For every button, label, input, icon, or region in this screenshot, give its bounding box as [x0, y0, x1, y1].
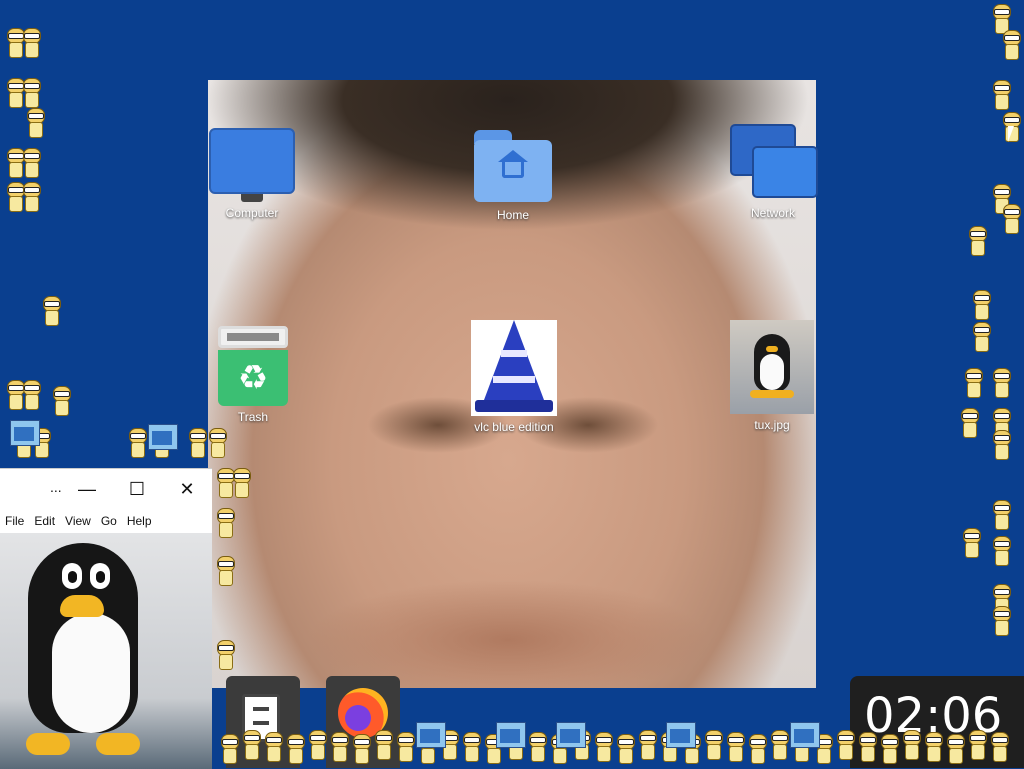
- neko-sprite-icon: [20, 28, 42, 58]
- neko-sprite-icon: [834, 730, 856, 760]
- neko-sprite-icon: [20, 380, 42, 410]
- close-button[interactable]: ✕: [162, 469, 212, 509]
- neko-sprite-icon: [460, 732, 482, 762]
- desktop-icon-home[interactable]: Home: [470, 126, 556, 222]
- desktop-icon-network[interactable]: Network: [728, 124, 818, 220]
- neko-sprite-icon: [724, 732, 746, 762]
- desktop-icon-label: Computer: [225, 206, 279, 220]
- neko-sprite-icon: [306, 730, 328, 760]
- neko-sprite-icon: [856, 732, 878, 762]
- home-folder-icon: [474, 126, 552, 204]
- neko-sprite-icon: [126, 428, 148, 458]
- neko-sprite-icon: [206, 428, 228, 458]
- neko-sprite-icon: [962, 368, 984, 398]
- neko-sprite-icon: [958, 408, 980, 438]
- menu-bar: File Edit View Go Help: [0, 509, 212, 534]
- tux-photo-preview: [0, 533, 212, 769]
- mini-window-sprite-icon: [148, 424, 178, 450]
- desktop-icon-label: Trash: [237, 410, 269, 424]
- tux-thumbnail-icon: [730, 320, 814, 414]
- neko-sprite-icon: [214, 640, 236, 670]
- menu-file[interactable]: File: [0, 514, 29, 528]
- neko-sprite-icon: [240, 730, 262, 760]
- neko-sprite-icon: [636, 730, 658, 760]
- desktop-icon-computer[interactable]: Computer: [208, 128, 296, 220]
- mouse-cursor-icon: [1008, 126, 1014, 142]
- neko-sprite-icon: [1000, 204, 1022, 234]
- neko-sprite-icon: [900, 730, 922, 760]
- desktop-icon-label: vlc blue edition: [474, 420, 554, 434]
- neko-sprite-icon: [214, 556, 236, 586]
- neko-sprite-icon: [990, 606, 1012, 636]
- neko-sprite-icon: [614, 734, 636, 764]
- network-icon: [730, 124, 818, 202]
- neko-sprite-icon: [262, 732, 284, 762]
- neko-sprite-icon: [960, 528, 982, 558]
- neko-sprite-icon: [350, 734, 372, 764]
- neko-sprite-icon: [944, 734, 966, 764]
- mini-window-sprite-icon: [790, 722, 820, 748]
- neko-sprite-icon: [40, 296, 62, 326]
- neko-sprite-icon: [990, 430, 1012, 460]
- neko-sprite-icon: [746, 734, 768, 764]
- neko-sprite-icon: [878, 734, 900, 764]
- mini-window-sprite-icon: [496, 722, 526, 748]
- desktop-icon-label: Home: [496, 208, 529, 222]
- minimize-button[interactable]: —: [62, 469, 112, 509]
- neko-sprite-icon: [20, 182, 42, 212]
- menu-view[interactable]: View: [60, 514, 96, 528]
- window-titlebar[interactable]: ... — ☐ ✕: [0, 469, 212, 509]
- neko-sprite-icon: [990, 536, 1012, 566]
- neko-sprite-icon: [214, 508, 236, 538]
- neko-sprite-icon: [990, 80, 1012, 110]
- neko-sprite-icon: [768, 730, 790, 760]
- neko-sprite-icon: [526, 732, 548, 762]
- neko-sprite-icon: [922, 732, 944, 762]
- wallpaper-image: Computer Home Network ♻ Trash vlc blue e…: [208, 80, 818, 688]
- neko-sprite-icon: [1000, 30, 1022, 60]
- desktop-icon-label: Network: [750, 206, 795, 220]
- mini-window-sprite-icon: [666, 722, 696, 748]
- neko-sprite-icon: [328, 732, 350, 762]
- neko-sprite-icon: [218, 734, 240, 764]
- neko-sprite-icon: [970, 290, 992, 320]
- neko-sprite-icon: [230, 468, 252, 498]
- menu-help[interactable]: Help: [122, 514, 157, 528]
- neko-sprite-icon: [970, 322, 992, 352]
- neko-sprite-icon: [284, 734, 306, 764]
- desktop-icon-trash[interactable]: ♻ Trash: [214, 326, 292, 424]
- neko-sprite-icon: [990, 500, 1012, 530]
- desktop-icon-label: tux.jpg: [754, 418, 790, 432]
- menu-edit[interactable]: Edit: [29, 514, 60, 528]
- desktop-icon-tux-jpg[interactable]: tux.jpg: [728, 320, 816, 432]
- maximize-button[interactable]: ☐: [112, 469, 162, 509]
- neko-sprite-icon: [50, 386, 72, 416]
- window-title: ...: [50, 479, 62, 495]
- neko-sprite-icon: [394, 732, 416, 762]
- mini-window-sprite-icon: [556, 722, 586, 748]
- neko-sprite-icon: [20, 78, 42, 108]
- neko-sprite-icon: [990, 368, 1012, 398]
- mini-window-sprite-icon: [10, 420, 40, 446]
- neko-sprite-icon: [988, 732, 1010, 762]
- desktop-icon-vlc[interactable]: vlc blue edition: [464, 320, 564, 434]
- neko-sprite-icon: [372, 730, 394, 760]
- vlc-cone-icon: [471, 320, 557, 416]
- file-manager-window[interactable]: ... — ☐ ✕ File Edit View Go Help: [0, 468, 212, 769]
- menu-go[interactable]: Go: [96, 514, 122, 528]
- mini-window-sprite-icon: [416, 722, 446, 748]
- trash-icon: ♻: [218, 326, 288, 406]
- neko-sprite-icon: [966, 226, 988, 256]
- neko-sprite-icon: [20, 148, 42, 178]
- neko-sprite-icon: [24, 108, 46, 138]
- neko-sprite-icon: [702, 730, 724, 760]
- neko-sprite-icon: [592, 732, 614, 762]
- neko-sprite-icon: [186, 428, 208, 458]
- neko-sprite-icon: [966, 730, 988, 760]
- computer-icon: [209, 128, 295, 194]
